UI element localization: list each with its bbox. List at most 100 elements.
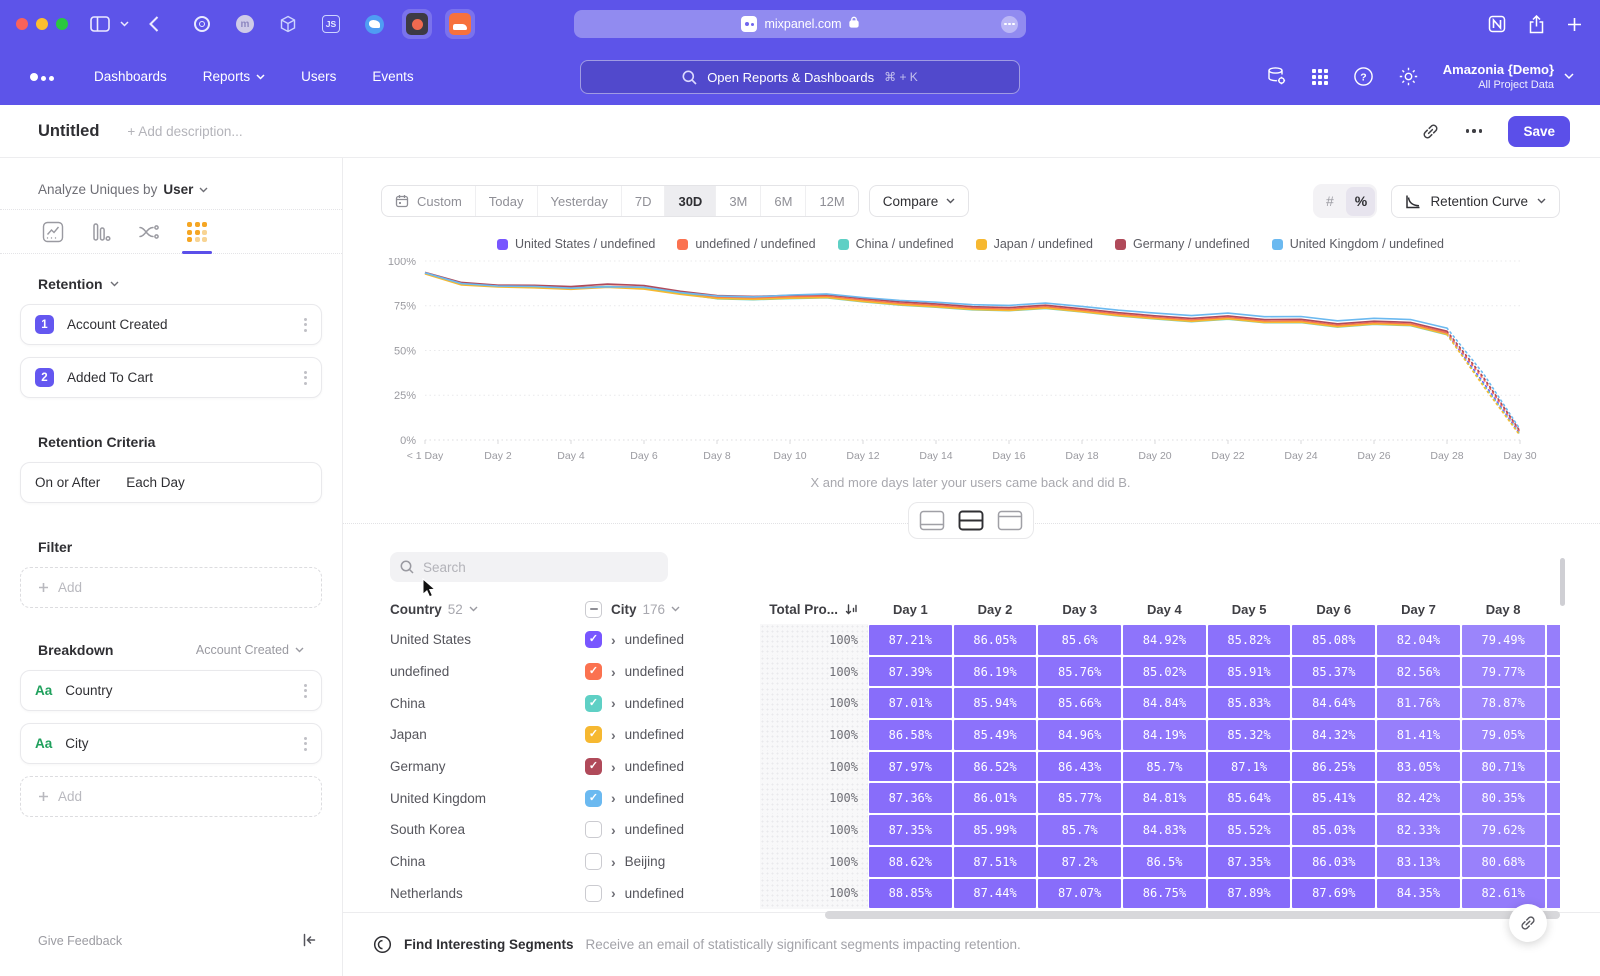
more-options-icon[interactable] <box>1466 129 1483 133</box>
legend-item[interactable]: China / undefined <box>838 237 954 251</box>
url-bar[interactable]: mixpanel.com <box>574 10 1026 38</box>
view-chart-only-button[interactable] <box>919 510 945 531</box>
retention-cell[interactable]: 87.51% <box>954 847 1037 877</box>
segments-title[interactable]: Find Interesting Segments <box>404 937 574 952</box>
table-search[interactable] <box>390 552 668 582</box>
retention-cell[interactable]: 84.83% <box>1123 815 1206 845</box>
tab-overview-chevron-icon[interactable] <box>120 21 129 27</box>
nav-item-reports[interactable]: Reports <box>203 69 265 84</box>
retention-cell[interactable]: 84.96% <box>1038 720 1121 750</box>
add-breakdown-button[interactable]: Add <box>20 776 322 817</box>
select-all-checkbox[interactable] <box>585 601 602 618</box>
retention-cell[interactable]: 87.35% <box>869 815 952 845</box>
url-options-icon[interactable] <box>1001 16 1018 33</box>
add-description-button[interactable]: + Add description... <box>127 124 242 139</box>
retention-cell[interactable]: 79.49% <box>1462 625 1545 655</box>
expand-row-icon[interactable]: › <box>611 728 616 742</box>
retention-cell[interactable]: 86.52% <box>954 752 1037 782</box>
save-button[interactable]: Save <box>1508 116 1570 147</box>
range-6m[interactable]: 6M <box>761 186 806 216</box>
range-3m[interactable]: 3M <box>716 186 761 216</box>
range-today[interactable]: Today <box>476 186 538 216</box>
format-percent-button[interactable]: % <box>1346 187 1375 216</box>
browser-extension-icon-6[interactable] <box>402 9 432 39</box>
day-column-header[interactable]: Day 5 <box>1207 602 1292 617</box>
compare-button[interactable]: Compare <box>869 185 970 217</box>
retention-cell[interactable]: 79.62% <box>1462 815 1545 845</box>
row-checkbox[interactable]: ✓ <box>585 726 602 743</box>
retention-cell[interactable]: 85.6% <box>1038 625 1121 655</box>
row-checkbox[interactable]: ✓ <box>585 790 602 807</box>
retention-cell[interactable]: 85.64% <box>1208 783 1291 813</box>
day-column-header[interactable]: Day 4 <box>1122 602 1207 617</box>
expand-row-icon[interactable]: › <box>611 696 616 710</box>
help-icon[interactable]: ? <box>1353 66 1374 87</box>
retention-cell[interactable]: 87.07% <box>1038 879 1121 909</box>
retention-cell[interactable]: 87.97% <box>869 752 952 782</box>
share-icon[interactable] <box>1528 15 1545 34</box>
retention-cell[interactable]: 86.25% <box>1292 752 1375 782</box>
retention-cell[interactable]: 85.99% <box>954 815 1037 845</box>
retention-cell[interactable]: 87.1% <box>1208 752 1291 782</box>
retention-cell[interactable]: 84.35% <box>1377 879 1460 909</box>
browser-extension-icon-1[interactable] <box>187 9 217 39</box>
expand-row-icon[interactable]: › <box>611 665 616 679</box>
retention-cell[interactable]: 87.69% <box>1292 879 1375 909</box>
retention-cell[interactable]: 86.58% <box>869 720 952 750</box>
expand-row-icon[interactable]: › <box>611 760 616 774</box>
range-custom[interactable]: Custom <box>382 186 476 216</box>
fullscreen-window-button[interactable] <box>56 18 68 30</box>
tab-retention[interactable] <box>184 220 210 244</box>
legend-item[interactable]: Germany / undefined <box>1115 237 1250 251</box>
legend-item[interactable]: Japan / undefined <box>976 237 1093 251</box>
retention-cell[interactable]: 85.49% <box>954 720 1037 750</box>
breakdown-scope-selector[interactable]: Account Created <box>196 643 304 657</box>
more-options-icon[interactable] <box>304 318 307 332</box>
table-row[interactable]: undefined✓›undefined100%87.39%86.19%85.7… <box>381 656 1560 688</box>
retention-cell[interactable]: 80.68% <box>1462 847 1545 877</box>
retention-cell[interactable]: 85.91% <box>1208 657 1291 687</box>
day-column-header[interactable]: Day 7 <box>1376 602 1461 617</box>
day-column-header[interactable]: Day 1 <box>868 602 953 617</box>
back-icon[interactable] <box>149 16 159 32</box>
retention-cell[interactable]: 81.76% <box>1377 688 1460 718</box>
copy-link-icon[interactable] <box>1421 122 1440 141</box>
retention-cell[interactable]: 85.66% <box>1038 688 1121 718</box>
table-row[interactable]: Netherlands›undefined100%88.85%87.44%87.… <box>381 878 1560 910</box>
settings-gear-icon[interactable] <box>1398 66 1419 87</box>
row-checkbox[interactable]: ✓ <box>585 631 602 648</box>
retention-cell[interactable]: 84.81% <box>1123 783 1206 813</box>
nav-item-dashboards[interactable]: Dashboards <box>94 69 167 84</box>
table-search-input[interactable] <box>423 560 643 575</box>
retention-cell[interactable]: 79.05% <box>1462 720 1545 750</box>
retention-cell[interactable]: 83.13% <box>1377 847 1460 877</box>
retention-cell[interactable]: 82.42% <box>1377 783 1460 813</box>
retention-step-card[interactable]: 2Added To Cart <box>20 357 322 398</box>
vertical-scrollbar[interactable] <box>1560 558 1565 606</box>
browser-extension-icon-2[interactable]: m <box>230 9 260 39</box>
retention-cell[interactable]: 84.84% <box>1123 688 1206 718</box>
share-link-fab[interactable] <box>1509 904 1547 942</box>
legend-item[interactable]: undefined / undefined <box>677 237 815 251</box>
legend-item[interactable]: United Kingdom / undefined <box>1272 237 1444 251</box>
more-options-icon[interactable] <box>304 684 307 698</box>
browser-extension-icon-7[interactable] <box>445 9 475 39</box>
retention-cell[interactable]: 85.94% <box>954 688 1037 718</box>
retention-cell[interactable]: 87.21% <box>869 625 952 655</box>
retention-cell[interactable]: 85.76% <box>1038 657 1121 687</box>
retention-cell[interactable]: 88.62% <box>869 847 952 877</box>
retention-cell[interactable]: 85.77% <box>1038 783 1121 813</box>
retention-cell[interactable]: 81.41% <box>1377 720 1460 750</box>
retention-cell[interactable]: 79.77% <box>1462 657 1545 687</box>
more-options-icon[interactable] <box>304 371 307 385</box>
retention-cell[interactable]: 85.02% <box>1123 657 1206 687</box>
global-search-button[interactable]: Open Reports & Dashboards ⌘ + K <box>580 60 1020 94</box>
retention-cell[interactable]: 87.36% <box>869 783 952 813</box>
range-yesterday[interactable]: Yesterday <box>538 186 622 216</box>
data-management-icon[interactable] <box>1266 66 1287 87</box>
horizontal-scrollbar[interactable] <box>825 911 1560 919</box>
range-30d[interactable]: 30D <box>665 186 716 216</box>
retention-criteria-card[interactable]: On or After Each Day <box>20 462 322 503</box>
collapse-sidebar-icon[interactable] <box>302 933 316 952</box>
sidebar-toggle-icon[interactable] <box>90 16 110 32</box>
